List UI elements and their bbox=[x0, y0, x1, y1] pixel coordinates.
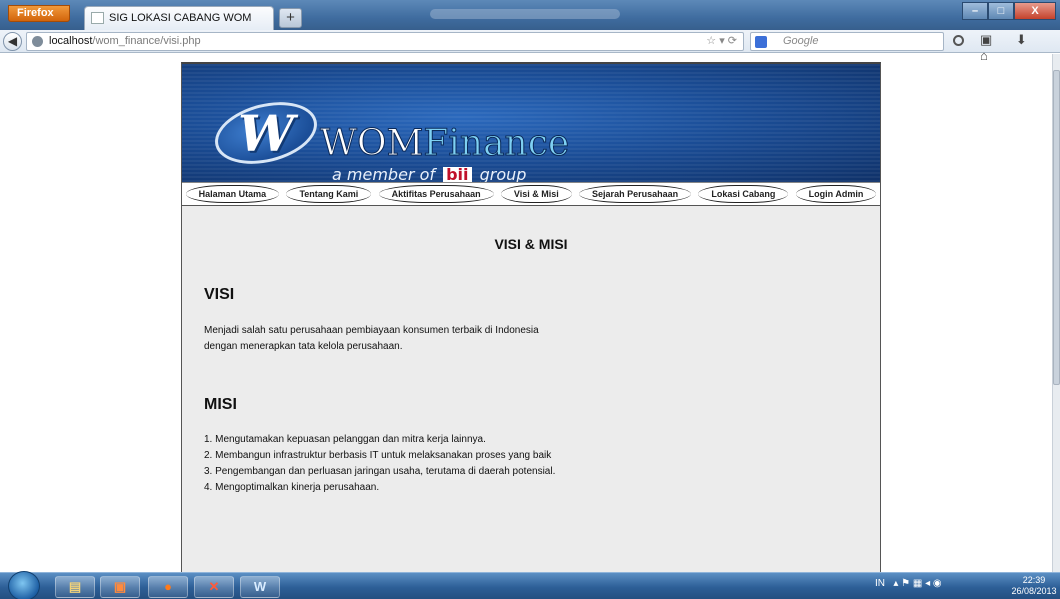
menu-aktifitas-perusahaan[interactable]: Aktifitas Perusahaan bbox=[378, 185, 494, 203]
windows-taskbar: ▤ ▣ ● ✕ W IN ▴ ⚑ ▦ ◂ ◉ 22:39 26/08/2013 bbox=[0, 571, 1060, 599]
visi-heading: VISI bbox=[204, 286, 235, 303]
page-icon bbox=[91, 12, 104, 24]
close-button[interactable]: X bbox=[1014, 2, 1056, 20]
misi-heading: MISI bbox=[204, 396, 237, 413]
scrollbar-thumb[interactable] bbox=[1053, 70, 1060, 385]
site-menu: Halaman Utama Tentang Kami Aktifitas Per… bbox=[182, 182, 880, 206]
clock-time: 22:39 bbox=[1022, 575, 1046, 585]
new-tab-button[interactable]: + bbox=[279, 8, 302, 28]
clock-date: 26/08/2013 bbox=[1011, 586, 1057, 596]
site-banner: W WOMFinance a member of bii group bbox=[182, 64, 880, 186]
search-input[interactable]: Google bbox=[750, 32, 944, 51]
visi-line-1: Menjadi salah satu perusahaan pembiayaan… bbox=[204, 325, 539, 336]
toolbar-icons[interactable]: ▣ ⬇ ⌂ bbox=[980, 32, 1060, 63]
url-path: /wom_finance/visi.php bbox=[92, 35, 201, 47]
url-host: localhost bbox=[49, 35, 93, 47]
navigation-bar: ◀ localhost/wom_finance/visi.php ☆ ▾ ⟳ G… bbox=[0, 30, 1060, 53]
brand-wom: WOM bbox=[319, 123, 424, 164]
bookmark-star-icon[interactable]: ☆ ▾ ⟳ bbox=[706, 33, 737, 50]
url-bar[interactable]: localhost/wom_finance/visi.php ☆ ▾ ⟳ bbox=[26, 32, 744, 51]
firefox-icon[interactable]: ● bbox=[148, 576, 188, 598]
google-icon[interactable] bbox=[755, 36, 767, 48]
visi-line-2: dengan menerapkan tata kelola perusahaan… bbox=[204, 341, 403, 352]
language-indicator[interactable]: IN bbox=[875, 578, 885, 589]
word-icon[interactable]: W bbox=[240, 576, 280, 598]
page-title: VISI & MISI bbox=[494, 236, 568, 252]
misi-item: 4. Mengoptimalkan kinerja perusahaan. bbox=[204, 482, 380, 493]
main-content: VISI & MISI VISI Menjadi salah satu peru… bbox=[182, 206, 880, 574]
maximize-button[interactable]: □ bbox=[988, 2, 1014, 20]
visi-text: Menjadi salah satu perusahaan pembiayaan… bbox=[204, 323, 604, 355]
firefox-menu-button[interactable]: Firefox bbox=[8, 5, 70, 22]
tray-icons[interactable]: ▴ ⚑ ▦ ◂ ◉ bbox=[888, 578, 941, 589]
misi-list: 1. Mengutamakan kepuasan pelanggan dan m… bbox=[204, 432, 555, 496]
blurred-title-area bbox=[430, 9, 620, 19]
brand-name: WOMFinance bbox=[319, 123, 570, 164]
menu-visi-misi[interactable]: Visi & Misi bbox=[500, 185, 572, 203]
misi-item: 3. Pengembangan dan perluasan jaringan u… bbox=[204, 466, 556, 477]
menu-lokasi-cabang[interactable]: Lokasi Cabang bbox=[698, 185, 789, 203]
media-player-icon[interactable]: ▣ bbox=[100, 576, 140, 598]
web-page: W WOMFinance a member of bii group Halam… bbox=[181, 62, 881, 574]
search-placeholder: Google bbox=[783, 35, 819, 47]
window-titlebar: Firefox SIG LOKASI CABANG WOM FINANCE + … bbox=[0, 0, 1060, 46]
menu-halaman-utama[interactable]: Halaman Utama bbox=[185, 185, 280, 203]
xampp-icon[interactable]: ✕ bbox=[194, 576, 234, 598]
magnifier-icon[interactable] bbox=[953, 35, 964, 46]
explorer-icon[interactable]: ▤ bbox=[55, 576, 95, 598]
back-button[interactable]: ◀ bbox=[3, 32, 22, 51]
misi-item: 1. Mengutamakan kepuasan pelanggan dan m… bbox=[204, 434, 486, 445]
brand-finance: Finance bbox=[423, 123, 570, 164]
globe-icon bbox=[32, 36, 43, 47]
menu-sejarah-perusahaan[interactable]: Sejarah Perusahaan bbox=[579, 185, 692, 203]
system-tray: IN ▴ ⚑ ▦ ◂ ◉ bbox=[875, 578, 942, 589]
menu-login-admin[interactable]: Login Admin bbox=[795, 185, 877, 203]
logo-w-mark: W bbox=[238, 104, 295, 163]
clock[interactable]: 22:39 26/08/2013 bbox=[1010, 575, 1058, 597]
minimize-button[interactable]: – bbox=[962, 2, 988, 20]
menu-tentang-kami[interactable]: Tentang Kami bbox=[286, 185, 372, 203]
misi-item: 2. Membangun infrastruktur berbasis IT u… bbox=[204, 450, 552, 461]
window-controls: – □ X bbox=[962, 2, 1056, 20]
start-button[interactable] bbox=[8, 571, 40, 599]
browser-tab[interactable]: SIG LOKASI CABANG WOM FINANCE bbox=[84, 6, 274, 46]
